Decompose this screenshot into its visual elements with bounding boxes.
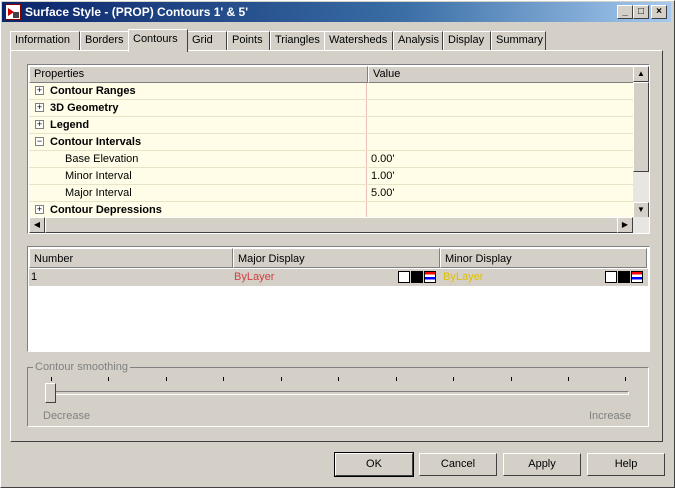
smoothing-slider-track[interactable]: [47, 391, 629, 395]
tab-watersheds[interactable]: Watersheds: [324, 31, 393, 51]
property-row-3d-geometry[interactable]: + 3D Geometry: [29, 100, 633, 117]
decrease-label: Decrease: [43, 410, 91, 422]
table-row[interactable]: 1 ByLayer ByLayer: [29, 269, 648, 286]
window-title: Surface Style - (PROP) Contours 1' & 5': [25, 5, 249, 19]
property-row-legend[interactable]: + Legend: [29, 117, 633, 134]
scroll-down-icon[interactable]: ▼: [633, 202, 649, 218]
slider-tick: [108, 377, 109, 381]
tab-contours[interactable]: Contours: [128, 29, 188, 52]
slider-tick: [568, 377, 569, 381]
smoothing-slider-thumb[interactable]: [45, 383, 56, 403]
property-row-contour-intervals[interactable]: − Contour Intervals: [29, 134, 633, 151]
color-icon[interactable]: [424, 271, 436, 283]
properties-header: Properties Value: [29, 66, 635, 83]
property-label: Minor Interval: [65, 170, 132, 182]
expand-icon[interactable]: +: [35, 120, 44, 129]
property-row-minor-interval[interactable]: Minor Interval 1.00': [29, 168, 633, 185]
tab-information[interactable]: Information: [10, 31, 80, 51]
property-label: Major Interval: [65, 187, 132, 199]
horizontal-scrollbar[interactable]: ◀ ▶: [29, 217, 649, 233]
column-header-value[interactable]: Value: [368, 66, 635, 83]
help-button[interactable]: Help: [587, 453, 665, 476]
slider-tick: [166, 377, 167, 381]
tab-borders[interactable]: Borders: [80, 31, 130, 51]
property-row-contour-ranges[interactable]: + Contour Ranges: [29, 83, 633, 100]
row-name-cell: Base Elevation: [29, 151, 367, 167]
lineweight-icon[interactable]: [411, 271, 423, 283]
property-value[interactable]: 1.00': [371, 170, 395, 182]
close-button[interactable]: ×: [651, 5, 667, 19]
property-value[interactable]: 0.00': [371, 153, 395, 165]
category-label: Contour Ranges: [50, 85, 136, 97]
cancel-button[interactable]: Cancel: [419, 453, 497, 476]
contour-smoothing-group: [27, 367, 649, 427]
property-value[interactable]: 5.00': [371, 187, 395, 199]
slider-tick: [281, 377, 282, 381]
column-header-minor-display[interactable]: Minor Display: [440, 248, 647, 268]
row-name-cell: + Contour Ranges: [29, 83, 367, 99]
slider-tick: [338, 377, 339, 381]
property-row-major-interval[interactable]: Major Interval 5.00': [29, 185, 633, 202]
row-number: 1: [31, 271, 38, 283]
tab-points[interactable]: Points: [227, 31, 270, 51]
apply-button[interactable]: Apply: [503, 453, 581, 476]
horizontal-scroll-thumb[interactable]: [45, 217, 632, 233]
row-name-cell: + 3D Geometry: [29, 100, 367, 116]
column-header-properties[interactable]: Properties: [29, 66, 368, 83]
lineweight-icon[interactable]: [618, 271, 630, 283]
tab-triangles[interactable]: Triangles: [270, 31, 328, 51]
slider-tick: [453, 377, 454, 381]
vertical-scrollbar[interactable]: ▲ ▼: [633, 66, 649, 218]
color-icon[interactable]: [631, 271, 643, 283]
properties-grid: Properties Value + Contour Ranges + 3D G…: [27, 64, 650, 234]
minimize-button[interactable]: _: [617, 5, 633, 19]
major-display-value[interactable]: ByLayer: [234, 271, 274, 283]
scroll-thumb[interactable]: [633, 82, 649, 172]
row-name-cell: Minor Interval: [29, 168, 367, 184]
tab-analysis[interactable]: Analysis: [393, 31, 443, 51]
tab-grid[interactable]: Grid: [187, 31, 227, 51]
increase-label: Increase: [589, 410, 632, 422]
contour-display-table: Number Major Display Minor Display 1 ByL…: [27, 246, 650, 352]
category-label: Legend: [50, 119, 90, 131]
linetype-icon[interactable]: [398, 271, 410, 283]
slider-tick: [223, 377, 224, 381]
row-name-cell: Major Interval: [29, 185, 367, 201]
app-icon: [5, 4, 21, 20]
slider-tick: [511, 377, 512, 381]
category-label: Contour Depressions: [50, 204, 162, 216]
scroll-up-icon[interactable]: ▲: [633, 66, 649, 82]
column-header-major-display[interactable]: Major Display: [233, 248, 440, 268]
contour-smoothing-label: Contour smoothing: [33, 361, 130, 373]
expand-icon[interactable]: +: [35, 103, 44, 112]
collapse-icon[interactable]: −: [35, 137, 44, 146]
tab-display[interactable]: Display: [443, 31, 491, 51]
row-name-cell: − Contour Intervals: [29, 134, 367, 150]
title-bar: Surface Style - (PROP) Contours 1' & 5' …: [2, 2, 671, 22]
slider-tick: [625, 377, 626, 381]
property-label: Base Elevation: [65, 153, 139, 165]
slider-tick: [396, 377, 397, 381]
ok-button[interactable]: OK: [334, 452, 414, 477]
minor-display-value[interactable]: ByLayer: [443, 271, 483, 283]
property-row-base-elevation[interactable]: Base Elevation 0.00': [29, 151, 633, 168]
scroll-left-icon[interactable]: ◀: [29, 217, 45, 233]
category-label: 3D Geometry: [50, 102, 119, 114]
scroll-right-icon[interactable]: ▶: [617, 217, 633, 233]
expand-icon[interactable]: +: [35, 205, 44, 214]
tab-summary[interactable]: Summary: [491, 31, 546, 51]
row-name-cell: + Legend: [29, 117, 367, 133]
expand-icon[interactable]: +: [35, 86, 44, 95]
slider-tick: [51, 377, 52, 381]
linetype-icon[interactable]: [605, 271, 617, 283]
row-name-cell: + Contour Depressions: [29, 202, 367, 218]
category-label: Contour Intervals: [50, 136, 142, 148]
column-header-number[interactable]: Number: [29, 248, 233, 268]
maximize-button[interactable]: □: [633, 5, 649, 19]
